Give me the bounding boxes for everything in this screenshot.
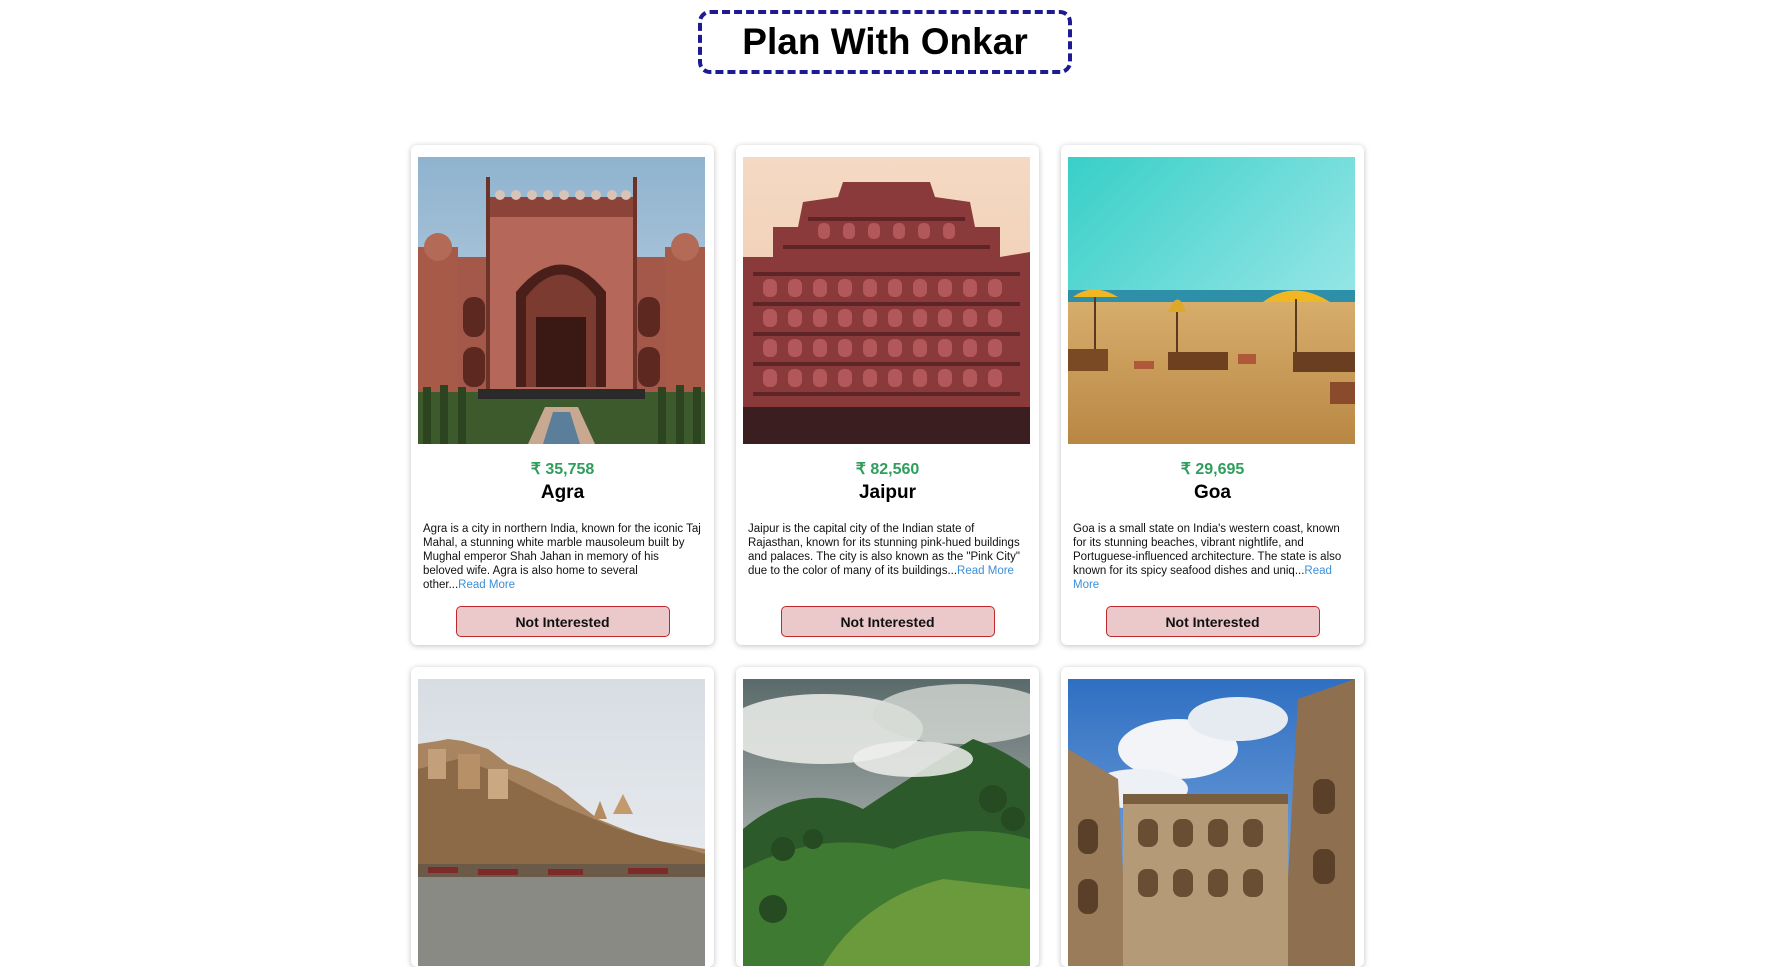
tour-description: Jaipur is the capital city of the Indian… <box>748 522 1027 592</box>
read-more-link[interactable]: Read More <box>458 579 515 591</box>
page-title-box: Plan With Onkar <box>698 10 1072 74</box>
page-title: Plan With Onkar <box>742 21 1028 62</box>
tour-grid: ₹ 35,758 Agra Agra is a city in northern… <box>411 145 1364 967</box>
tour-image-4 <box>418 679 705 966</box>
tour-card-4 <box>411 667 714 967</box>
tour-card-6 <box>1061 667 1364 967</box>
tour-image-jaipur <box>743 157 1030 444</box>
tour-image-5 <box>743 679 1030 966</box>
tour-price: ₹ 29,695 <box>1180 461 1245 478</box>
tour-description-text: Goa is a small state on India's western … <box>1073 523 1342 577</box>
tour-description: Agra is a city in northern India, known … <box>423 522 702 592</box>
tour-image-goa <box>1068 157 1355 444</box>
tour-image-agra <box>418 157 705 444</box>
tour-card-5 <box>736 667 1039 967</box>
not-interested-button[interactable]: Not Interested <box>1105 606 1320 637</box>
tour-name: Goa <box>1194 482 1231 503</box>
not-interested-button[interactable]: Not Interested <box>780 606 995 637</box>
read-more-link[interactable]: Read More <box>957 565 1014 577</box>
tour-price: ₹ 82,560 <box>855 461 920 478</box>
not-interested-button[interactable]: Not Interested <box>455 606 670 637</box>
tour-card-agra: ₹ 35,758 Agra Agra is a city in northern… <box>411 145 714 645</box>
tour-price: ₹ 35,758 <box>530 461 595 478</box>
tour-image-6 <box>1068 679 1355 966</box>
tour-name: Jaipur <box>858 482 917 503</box>
tour-description: Goa is a small state on India's western … <box>1073 522 1352 592</box>
tour-name: Agra <box>540 482 585 503</box>
tour-card-jaipur: ₹ 82,560 Jaipur Jaipur is the capital ci… <box>736 145 1039 645</box>
tour-card-goa: ₹ 29,695 Goa Goa is a small state on Ind… <box>1061 145 1364 645</box>
